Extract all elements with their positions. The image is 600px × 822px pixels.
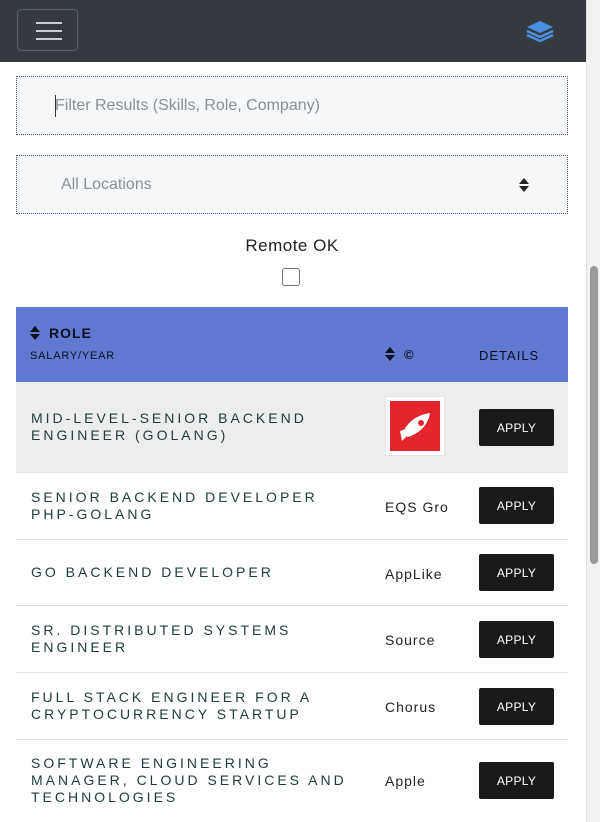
job-role-title[interactable]: SENIOR BACKEND DEVELOPER PHP-GOLANG [31,489,351,523]
table-row: GO BACKEND DEVELOPER AppLike APPLY [16,540,568,606]
column-header-details: DETAILS [479,348,540,363]
job-role-title[interactable]: SR. DISTRIBUTED SYSTEMS ENGINEER [31,622,351,656]
hamburger-menu-button[interactable] [17,9,78,51]
apply-button[interactable]: APPLY [479,554,554,591]
scrollbar-thumb[interactable] [590,266,598,564]
table-row: SENIOR BACKEND DEVELOPER PHP-GOLANG EQS … [16,473,568,540]
jobs-table-header: ROLE SALARY/YEAR © DETAILS [16,307,568,382]
navbar [0,0,586,62]
job-role-title[interactable]: SOFTWARE ENGINEERING MANAGER, CLOUD SERV… [31,755,351,806]
apply-button[interactable]: APPLY [479,409,554,446]
remote-ok-label: Remote OK [245,236,339,255]
column-header-company[interactable]: © [404,347,414,362]
apply-button[interactable]: APPLY [479,621,554,658]
company-name: Chorus [385,699,437,715]
company-logo [385,396,445,456]
location-select[interactable]: All Locations [16,155,568,214]
page-scrollbar[interactable] [586,0,600,822]
apply-button[interactable]: APPLY [479,688,554,725]
hamburger-menu-icon [36,22,62,24]
apply-button[interactable]: APPLY [479,487,554,524]
company-name: Source [385,632,436,648]
hamburger-line [36,30,62,32]
company-name: Apple [385,773,426,789]
column-header-salary: SALARY/YEAR [30,350,116,362]
location-select-value: All Locations [61,176,152,193]
remote-ok-checkbox[interactable] [282,268,300,286]
company-name: EQS Gro [385,499,449,515]
job-role-title[interactable]: GO BACKEND DEVELOPER [31,564,351,581]
table-row: SOFTWARE ENGINEERING MANAGER, CLOUD SERV… [16,740,568,822]
text-caret [55,95,56,117]
table-row: SR. DISTRIBUTED SYSTEMS ENGINEER Source … [16,606,568,673]
column-header-role[interactable]: ROLE [49,325,92,341]
table-row: MID-LEVEL-SENIOR BACKEND ENGINEER (GOLAN… [16,382,568,473]
company-logo-background [390,401,440,451]
sort-arrows-icon [519,178,529,192]
rocket-logo-icon [400,413,430,441]
apply-button[interactable]: APPLY [479,762,554,799]
job-role-title[interactable]: FULL STACK ENGINEER FOR A CRYPTOCURRENCY… [31,689,351,723]
filter-results-container [16,76,568,135]
job-role-title[interactable]: MID-LEVEL-SENIOR BACKEND ENGINEER (GOLAN… [31,410,351,444]
filter-results-input[interactable] [55,77,555,134]
company-name: AppLike [385,566,443,582]
layers-icon[interactable] [526,20,554,42]
table-row: FULL STACK ENGINEER FOR A CRYPTOCURRENCY… [16,673,568,740]
sort-company-icon[interactable] [385,347,395,361]
sort-role-icon[interactable] [30,326,40,340]
hamburger-line [36,38,62,40]
